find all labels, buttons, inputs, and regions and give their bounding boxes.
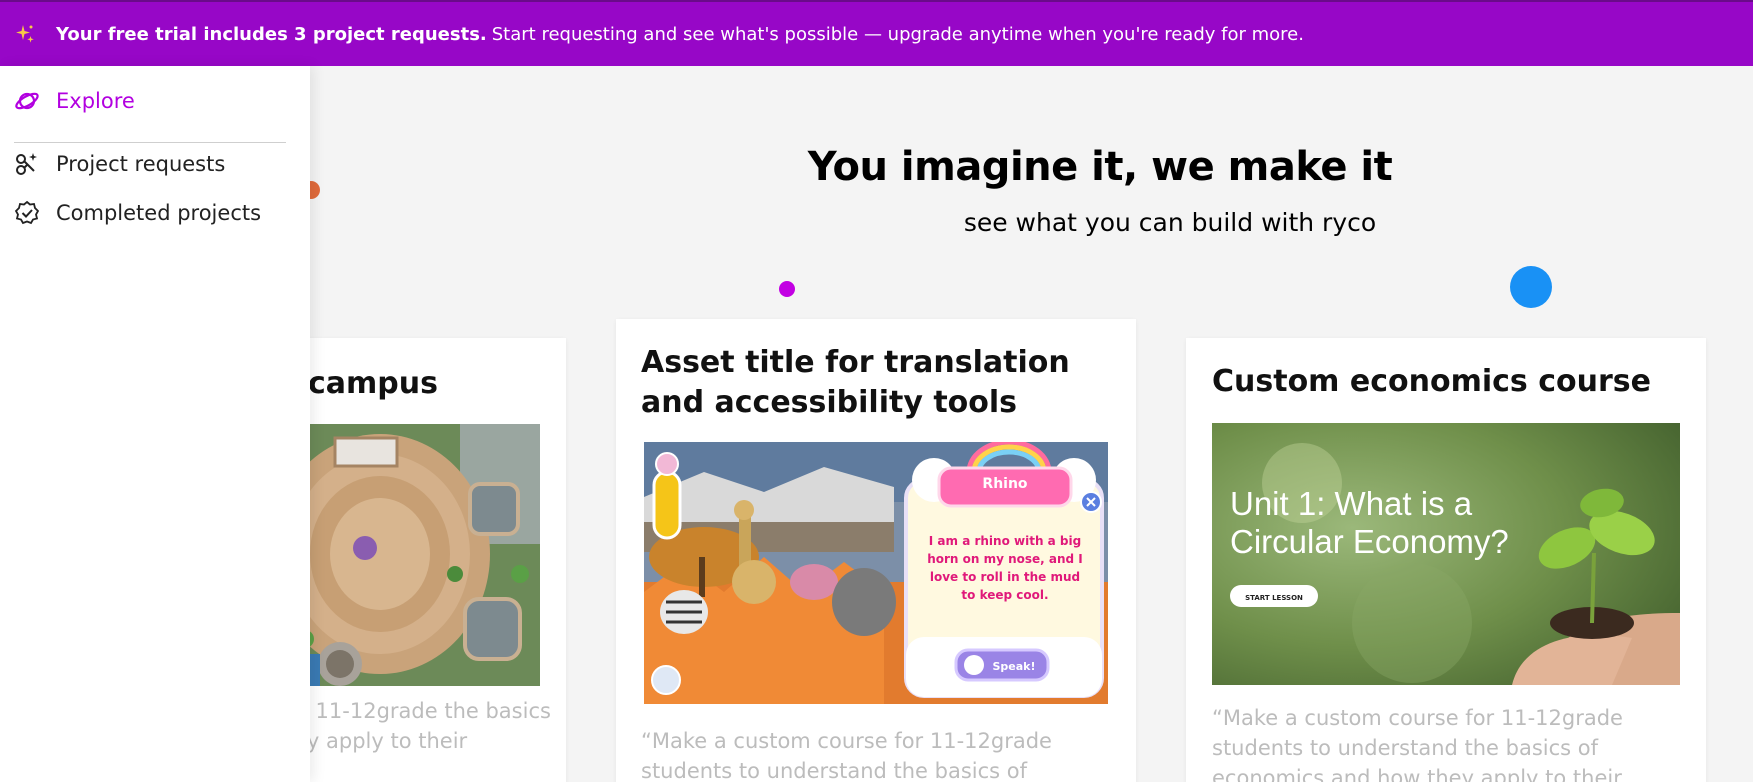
hero-subtitle: see what you can build with ryco <box>963 208 1377 237</box>
project-card-translation[interactable]: Asset title for translation and accessib… <box>616 319 1136 782</box>
project-card-economics[interactable]: Custom economics course Unit 1: What is … <box>1186 338 1706 782</box>
banner-bold-text: Your free trial includes 3 project reque… <box>56 23 487 45</box>
economics-course-image: Unit 1: What is a Circular Economy? STAR… <box>1212 423 1680 685</box>
sidebar-item-project-requests[interactable]: Project requests <box>14 151 225 177</box>
speak-button[interactable]: Speak! <box>992 660 1035 673</box>
trial-banner: Your free trial includes 3 project reque… <box>0 0 1753 66</box>
sidebar-item-label: Project requests <box>56 152 226 176</box>
card-title: Custom economics course <box>1212 364 1651 399</box>
decorative-dot-purple <box>779 281 795 297</box>
sidebar: Explore Project requests Completed proje… <box>0 66 310 782</box>
decorative-dot-blue <box>1510 266 1552 308</box>
card-description: for 11-12grade the basics of y apply to … <box>280 699 551 753</box>
card-title: campus <box>308 366 438 401</box>
project-card-campus[interactable]: campus for 11-12grade the basics of y ap… <box>280 338 566 782</box>
sparkle-icon <box>16 25 34 43</box>
card-title: Asset title for translation and accessib… <box>641 345 1070 420</box>
explore-planet-icon <box>15 92 39 110</box>
completed-badge-icon <box>14 200 40 225</box>
banner-text: Start requesting and see what's possible… <box>491 23 1304 45</box>
card-description: “Make a custom course for 11-12grade stu… <box>1212 706 1623 782</box>
campus-image <box>280 424 540 686</box>
course-unit-heading: Unit 1: What is a Circular Economy? <box>1230 485 1509 560</box>
start-lesson-button[interactable]: START LESSON <box>1245 594 1303 602</box>
project-requests-icon <box>16 153 37 175</box>
card-description: “Make a custom course for 11-12grade stu… <box>641 729 1052 782</box>
rhino-game-image: Rhino I am a rhino with a big horn on my… <box>644 442 1108 704</box>
sidebar-item-label: Completed projects <box>56 201 262 225</box>
rhino-speech-text: I am a rhino with a big horn on my nose,… <box>927 534 1083 602</box>
hero-title: You imagine it, we make it <box>807 144 1393 190</box>
rhino-name-label: Rhino <box>982 476 1028 492</box>
sidebar-item-explore[interactable]: Explore <box>14 88 135 114</box>
sidebar-item-label: Explore <box>56 89 135 113</box>
sidebar-divider <box>14 142 286 143</box>
sidebar-item-completed-projects[interactable]: Completed projects <box>14 200 261 226</box>
